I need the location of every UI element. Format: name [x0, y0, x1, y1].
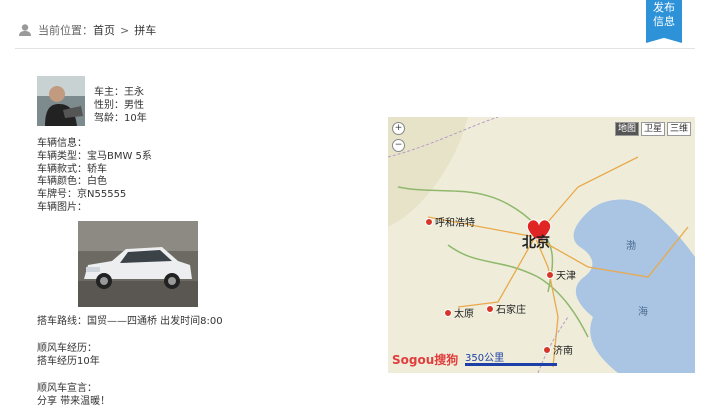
vehicle-photo-label: 车辆图片：	[37, 201, 87, 213]
publish-info-button[interactable]: 发布 信息	[646, 0, 682, 43]
city-tianjin: 天津	[546, 267, 576, 282]
breadcrumb-separator: >	[120, 23, 130, 37]
car-photo[interactable]	[78, 221, 198, 307]
city-dot-icon	[546, 270, 554, 279]
owner-driving-age: 驾龄：10年	[94, 113, 147, 124]
city-beijing: 北京	[522, 232, 550, 252]
breadcrumb-prefix: 当前位置：	[38, 24, 93, 37]
city-shijiazhuang: 石家庄	[486, 301, 526, 316]
city-hohhot: 呼和浩特	[425, 214, 475, 229]
map-scale-bar	[465, 363, 557, 366]
declaration-block: 顺风车宣言： 分享 带来温暖！	[37, 382, 110, 408]
city-label: 太原	[454, 309, 474, 320]
owner-name: 车主：王永	[94, 87, 144, 98]
sea-label-hai: 海	[638, 307, 648, 318]
experience-text: 搭车经历10年	[37, 356, 100, 367]
vehicle-plate: 车牌号：京N55555	[37, 189, 127, 201]
experience-heading: 顺风车经历：	[37, 343, 97, 354]
map-tab-satellite[interactable]: 卫星	[640, 122, 665, 136]
city-label: 北京	[522, 235, 550, 251]
city-dot-icon	[444, 308, 452, 317]
route-info: 搭车路线：国贸——四通桥 出发时间8:00	[37, 316, 223, 327]
city-label: 石家庄	[496, 305, 526, 316]
experience-block: 顺风车经历： 搭车经历10年	[37, 342, 100, 368]
declaration-text: 分享 带来温暖！	[37, 396, 111, 407]
breadcrumb: 当前位置： 首页 > 拼车	[18, 22, 156, 38]
owner-avatar	[37, 76, 85, 126]
city-jinan: 济南	[543, 342, 573, 357]
publish-line2: 信息	[653, 15, 675, 28]
vehicle-type: 车辆类型：宝马BMW 5系	[37, 150, 152, 162]
city-label: 天津	[556, 271, 576, 282]
zoom-in-button[interactable]: +	[392, 122, 405, 135]
user-icon	[19, 24, 31, 36]
zoom-out-button[interactable]: −	[392, 139, 405, 152]
route-map[interactable]: 地图 卫星 三维 + − 呼和浩特 北京 天津 太原 石家庄 济南 渤 海 So…	[388, 117, 695, 373]
sogou-logo: Sogou搜狗	[392, 353, 459, 367]
breadcrumb-current: 拼车	[134, 24, 157, 37]
owner-info: 车主：王永 性别：男性 驾龄：10年	[94, 86, 147, 125]
vehicle-style: 车辆款式：轿车	[37, 163, 107, 175]
vehicle-heading: 车辆信息：	[37, 138, 87, 149]
city-taiyuan: 太原	[444, 305, 474, 320]
city-label: 济南	[553, 346, 573, 357]
owner-gender: 性别：男性	[94, 100, 144, 111]
header-divider	[15, 48, 695, 49]
map-type-tabs: 地图 卫星 三维	[613, 122, 691, 136]
city-dot-icon	[543, 345, 551, 354]
sea-label-bo: 渤	[626, 241, 636, 252]
city-dot-icon	[425, 217, 433, 226]
city-dot-icon	[486, 304, 494, 313]
map-tab-map[interactable]: 地图	[614, 122, 639, 136]
publish-line1: 发布	[653, 1, 675, 14]
breadcrumb-home-link[interactable]: 首页	[93, 22, 115, 38]
vehicle-info: 车辆信息： 车辆类型：宝马BMW 5系 车辆款式：轿车 车辆颜色：白色 车牌号：…	[37, 138, 152, 215]
map-scale-label: 350公里	[465, 353, 505, 364]
map-tab-3d[interactable]: 三维	[666, 122, 691, 136]
city-label: 呼和浩特	[435, 218, 475, 229]
vehicle-color: 车辆颜色：白色	[37, 176, 107, 188]
declaration-heading: 顺风车宣言：	[37, 383, 97, 394]
